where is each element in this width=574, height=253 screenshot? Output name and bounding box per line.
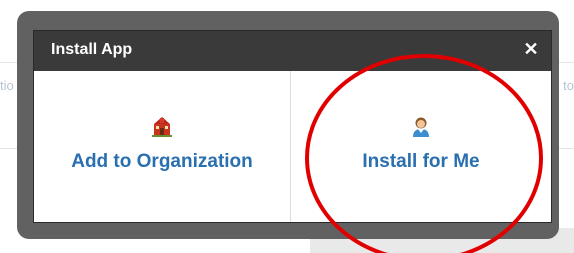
school-building-icon xyxy=(152,117,172,137)
install-app-dialog: Install App ✕ Add to Organization Instal… xyxy=(33,30,552,223)
add-to-organization-option[interactable]: Add to Organization xyxy=(34,71,290,222)
install-for-me-label: Install for Me xyxy=(362,151,480,172)
add-to-organization-label: Add to Organization xyxy=(71,151,253,172)
user-person-icon xyxy=(413,117,429,137)
close-button[interactable]: ✕ xyxy=(521,37,541,61)
background-text-fragment-left: tio xyxy=(0,78,14,93)
dialog-header: Install App ✕ xyxy=(34,31,551,71)
install-for-me-option[interactable]: Install for Me xyxy=(290,71,551,222)
background-text-fragment-right: to xyxy=(563,78,574,93)
dialog-title: Install App xyxy=(51,41,133,58)
